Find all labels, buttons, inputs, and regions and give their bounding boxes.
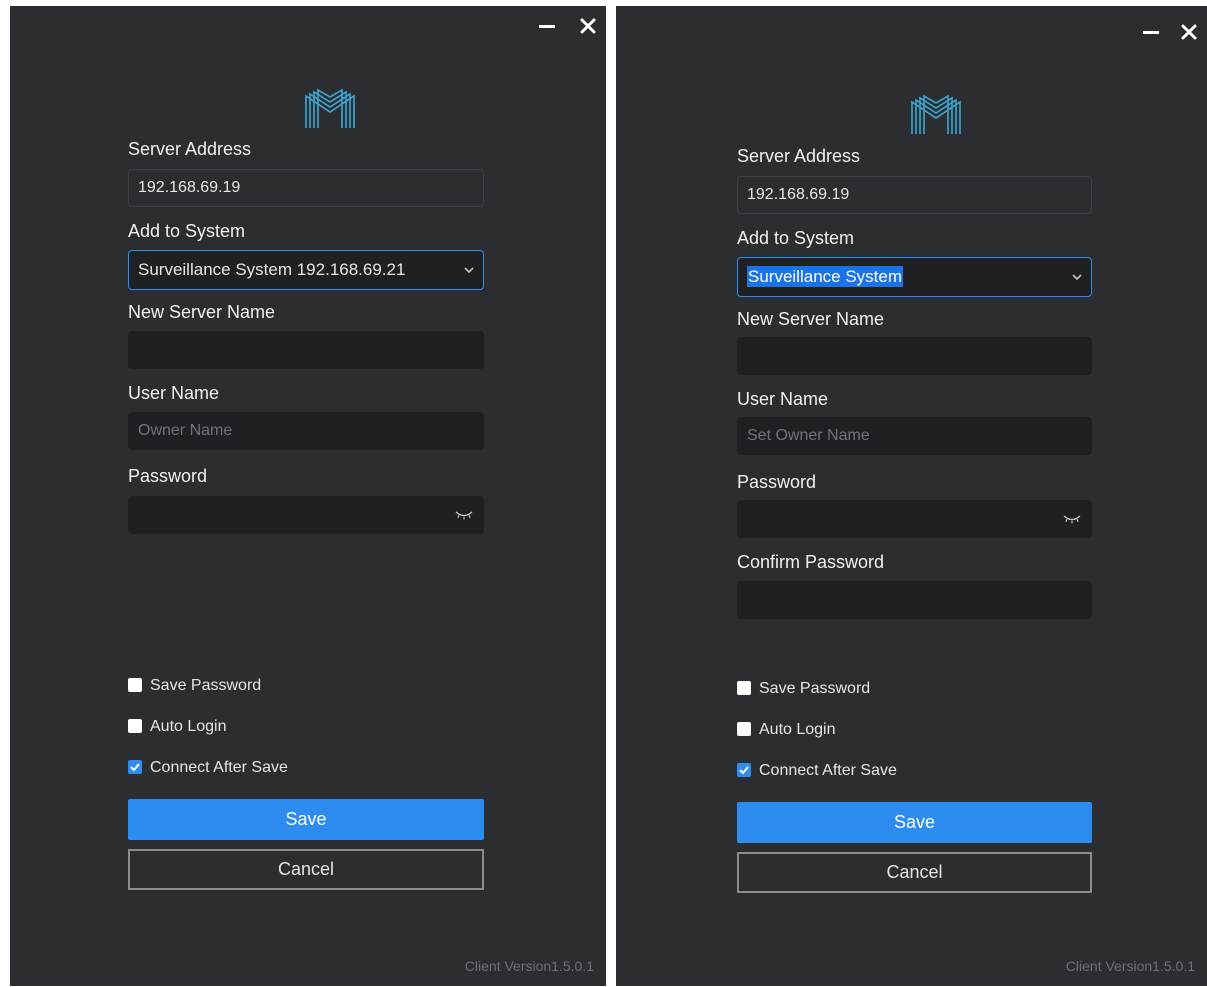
confirm-password-input[interactable] [737,581,1092,619]
new-server-name-input[interactable] [128,331,484,369]
server-address-label: Server Address [128,139,252,159]
add-to-system-select[interactable]: Surveillance System 192.168.69.21 [128,250,484,290]
server-address-label: Server Address [737,146,861,166]
close-icon [580,18,596,34]
checkmark-icon [739,766,749,775]
close-button[interactable] [576,14,600,38]
save-password-box[interactable] [128,678,142,692]
chevron-down-icon [1072,274,1082,281]
save-password-checkbox[interactable]: Save Password [737,680,870,698]
minimize-icon [1143,31,1159,34]
new-server-name-label: New Server Name [737,309,885,329]
add-to-system-select[interactable]: Surveillance System [737,257,1092,297]
user-name-label: User Name [737,389,829,409]
m-logo-icon [303,86,357,135]
add-server-dialog-left: Server Address 192.168.69.19 Add to Syst… [10,6,606,986]
auto-login-checkbox[interactable]: Auto Login [737,721,836,739]
client-version: Client Version1.5.0.1 [464,958,594,974]
new-server-name-label: New Server Name [128,302,276,322]
connect-after-save-checkbox[interactable]: Connect After Save [737,762,897,780]
checkmark-icon [130,763,140,772]
close-button[interactable] [1177,20,1201,44]
user-name-label: User Name [128,383,220,403]
user-name-placeholder: Set Owner Name [747,427,870,444]
password-input[interactable] [128,496,484,534]
minimize-icon [539,25,555,28]
minimize-button[interactable] [1139,14,1163,38]
connect-after-save-box[interactable] [737,763,751,777]
add-to-system-label: Add to System [737,228,855,248]
save-password-checkbox[interactable]: Save Password [128,677,261,695]
password-input[interactable] [737,500,1092,538]
server-address-input[interactable]: 192.168.69.19 [128,169,484,207]
m-logo-icon [909,92,963,141]
add-to-system-value: Surveillance System [747,266,904,287]
eye-closed-icon[interactable] [455,510,473,520]
add-server-dialog-right: Server Address 192.168.69.19 Add to Syst… [616,6,1207,986]
auto-login-label: Auto Login [150,718,227,735]
confirm-password-label: Confirm Password [737,552,885,572]
add-to-system-label: Add to System [128,221,246,241]
connect-after-save-box[interactable] [128,760,142,774]
save-password-label: Save Password [150,677,262,694]
connect-after-save-label: Connect After Save [759,762,897,779]
connect-after-save-label: Connect After Save [150,759,288,776]
user-name-placeholder: Owner Name [138,422,233,439]
new-server-name-input[interactable] [737,337,1092,375]
connect-after-save-checkbox[interactable]: Connect After Save [128,759,288,777]
minimize-button[interactable] [535,14,559,38]
cancel-button[interactable]: Cancel [737,852,1092,893]
password-label: Password [128,466,208,486]
auto-login-box[interactable] [737,722,751,736]
save-button[interactable]: Save [737,802,1092,843]
user-name-input[interactable]: Owner Name [128,412,484,450]
auto-login-label: Auto Login [759,721,836,738]
save-password-label: Save Password [759,680,871,697]
server-address-input[interactable]: 192.168.69.19 [737,176,1092,214]
save-password-box[interactable] [737,681,751,695]
client-version: Client Version1.5.0.1 [1065,958,1195,974]
user-name-input[interactable]: Set Owner Name [737,417,1092,455]
chevron-down-icon [464,267,474,274]
close-icon [1181,24,1197,40]
save-button[interactable]: Save [128,799,484,840]
auto-login-box[interactable] [128,719,142,733]
eye-closed-icon[interactable] [1063,514,1081,524]
password-label: Password [737,472,817,492]
auto-login-checkbox[interactable]: Auto Login [128,718,227,736]
cancel-button[interactable]: Cancel [128,849,484,890]
server-address-value: 192.168.69.19 [138,179,241,196]
add-to-system-value: Surveillance System 192.168.69.21 [138,260,406,279]
server-address-value: 192.168.69.19 [747,186,850,203]
